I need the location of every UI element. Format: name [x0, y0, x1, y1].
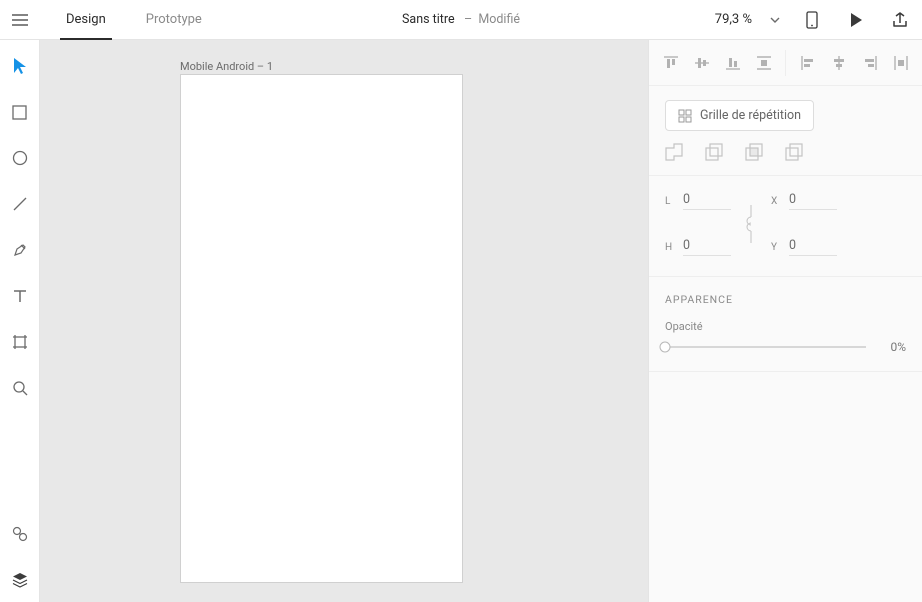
link-icon — [746, 205, 756, 243]
tab-design[interactable]: Design — [60, 0, 112, 39]
distribute-v-icon — [756, 55, 772, 71]
top-bar: Design Prototype Sans titre – Modifié 79… — [0, 0, 922, 40]
opacity-slider[interactable] — [665, 339, 866, 355]
ellipse-tool[interactable] — [8, 146, 32, 170]
repeat-grid-label: Grille de répétition — [700, 108, 801, 123]
layers-icon — [12, 572, 28, 588]
y-input[interactable]: 0 — [789, 238, 837, 256]
text-icon — [13, 289, 27, 303]
tab-prototype[interactable]: Prototype — [140, 0, 208, 39]
boolean-subtract-button[interactable] — [705, 143, 725, 163]
pen-tool[interactable] — [8, 238, 32, 262]
align-bottom-button[interactable] — [720, 50, 746, 76]
width-input[interactable]: 0 — [683, 192, 731, 210]
repeat-grid-icon — [678, 109, 692, 123]
height-label: H — [665, 242, 677, 253]
chevron-down-icon — [770, 17, 780, 23]
menu-button[interactable] — [0, 0, 40, 40]
rectangle-tool[interactable] — [8, 100, 32, 124]
line-icon — [12, 196, 28, 212]
boolean-intersect-icon — [745, 143, 763, 161]
tab-prototype-label: Prototype — [146, 12, 202, 27]
zoom-dropdown[interactable]: 79,3 % — [705, 12, 790, 27]
artboard-icon — [12, 334, 28, 350]
tab-design-label: Design — [66, 12, 106, 27]
repeat-grid-button[interactable]: Grille de répétition — [665, 100, 814, 131]
dimensions-section: L 0 X 0 H 0 Y 0 — [649, 176, 922, 277]
align-vcenter-button[interactable] — [689, 50, 715, 76]
align-top-button[interactable] — [658, 50, 684, 76]
zoom-value: 79,3 % — [715, 12, 752, 27]
appearance-section: APPARENCE Opacité 0% — [649, 277, 922, 372]
artboard-tool[interactable] — [8, 330, 32, 354]
align-right-button[interactable] — [857, 50, 883, 76]
ellipse-icon — [12, 150, 28, 166]
distribute-h-button[interactable] — [888, 50, 914, 76]
pen-icon — [12, 242, 28, 258]
doc-name: Sans titre — [402, 12, 455, 27]
mobile-icon — [806, 11, 818, 29]
lock-aspect-button[interactable] — [737, 205, 765, 243]
artboard-label[interactable]: Mobile Android – 1 — [180, 60, 273, 73]
mode-tabs: Design Prototype — [60, 0, 236, 39]
text-tool[interactable] — [8, 284, 32, 308]
play-button[interactable] — [834, 0, 878, 40]
width-label: L — [665, 196, 677, 207]
boolean-subtract-icon — [705, 143, 723, 161]
document-title: Sans titre – Modifié — [402, 12, 520, 27]
align-hcenter-icon — [831, 55, 847, 71]
opacity-label: Opacité — [665, 320, 906, 333]
align-row — [649, 40, 922, 86]
x-label: X — [771, 196, 783, 207]
artboard[interactable] — [180, 74, 463, 583]
distribute-v-button[interactable] — [751, 50, 777, 76]
main-area: Mobile Android – 1 Grille de répétition — [0, 40, 922, 602]
share-icon — [892, 12, 908, 28]
boolean-add-icon — [665, 143, 683, 161]
boolean-exclude-icon — [785, 143, 803, 161]
boolean-add-button[interactable] — [665, 143, 685, 163]
share-button[interactable] — [878, 0, 922, 40]
pointer-icon — [13, 57, 27, 75]
y-label: Y — [771, 242, 783, 253]
align-top-icon — [663, 55, 679, 71]
align-vcenter-icon — [694, 55, 710, 71]
hamburger-icon — [12, 14, 28, 26]
align-right-icon — [862, 55, 878, 71]
inspector-panel: Grille de répétition L 0 X 0 H 0 Y 0 — [648, 40, 922, 602]
select-tool[interactable] — [8, 54, 32, 78]
distribute-h-icon — [893, 55, 909, 71]
symbols-icon — [12, 526, 28, 542]
align-hcenter-button[interactable] — [826, 50, 852, 76]
align-bottom-icon — [725, 55, 741, 71]
line-tool[interactable] — [8, 192, 32, 216]
x-input[interactable]: 0 — [789, 192, 837, 210]
right-controls: 79,3 % — [705, 0, 922, 39]
align-left-button[interactable] — [795, 50, 821, 76]
tool-tray — [0, 40, 40, 602]
zoom-icon — [12, 380, 28, 396]
zoom-tool[interactable] — [8, 376, 32, 400]
repeat-section: Grille de répétition — [649, 86, 922, 176]
opacity-slider-thumb[interactable] — [660, 342, 671, 353]
appearance-title: APPARENCE — [665, 293, 906, 306]
layers-tool[interactable] — [8, 568, 32, 592]
doc-modified: Modifié — [478, 12, 520, 27]
align-left-icon — [800, 55, 816, 71]
height-input[interactable]: 0 — [683, 238, 731, 256]
boolean-intersect-button[interactable] — [745, 143, 765, 163]
boolean-exclude-button[interactable] — [785, 143, 805, 163]
play-icon — [849, 12, 863, 28]
canvas[interactable]: Mobile Android – 1 — [40, 40, 648, 602]
opacity-value[interactable]: 0% — [876, 340, 906, 354]
pathfinder-row — [665, 143, 906, 163]
symbols-tool[interactable] — [8, 522, 32, 546]
device-preview-button[interactable] — [790, 0, 834, 40]
rectangle-icon — [12, 105, 27, 120]
